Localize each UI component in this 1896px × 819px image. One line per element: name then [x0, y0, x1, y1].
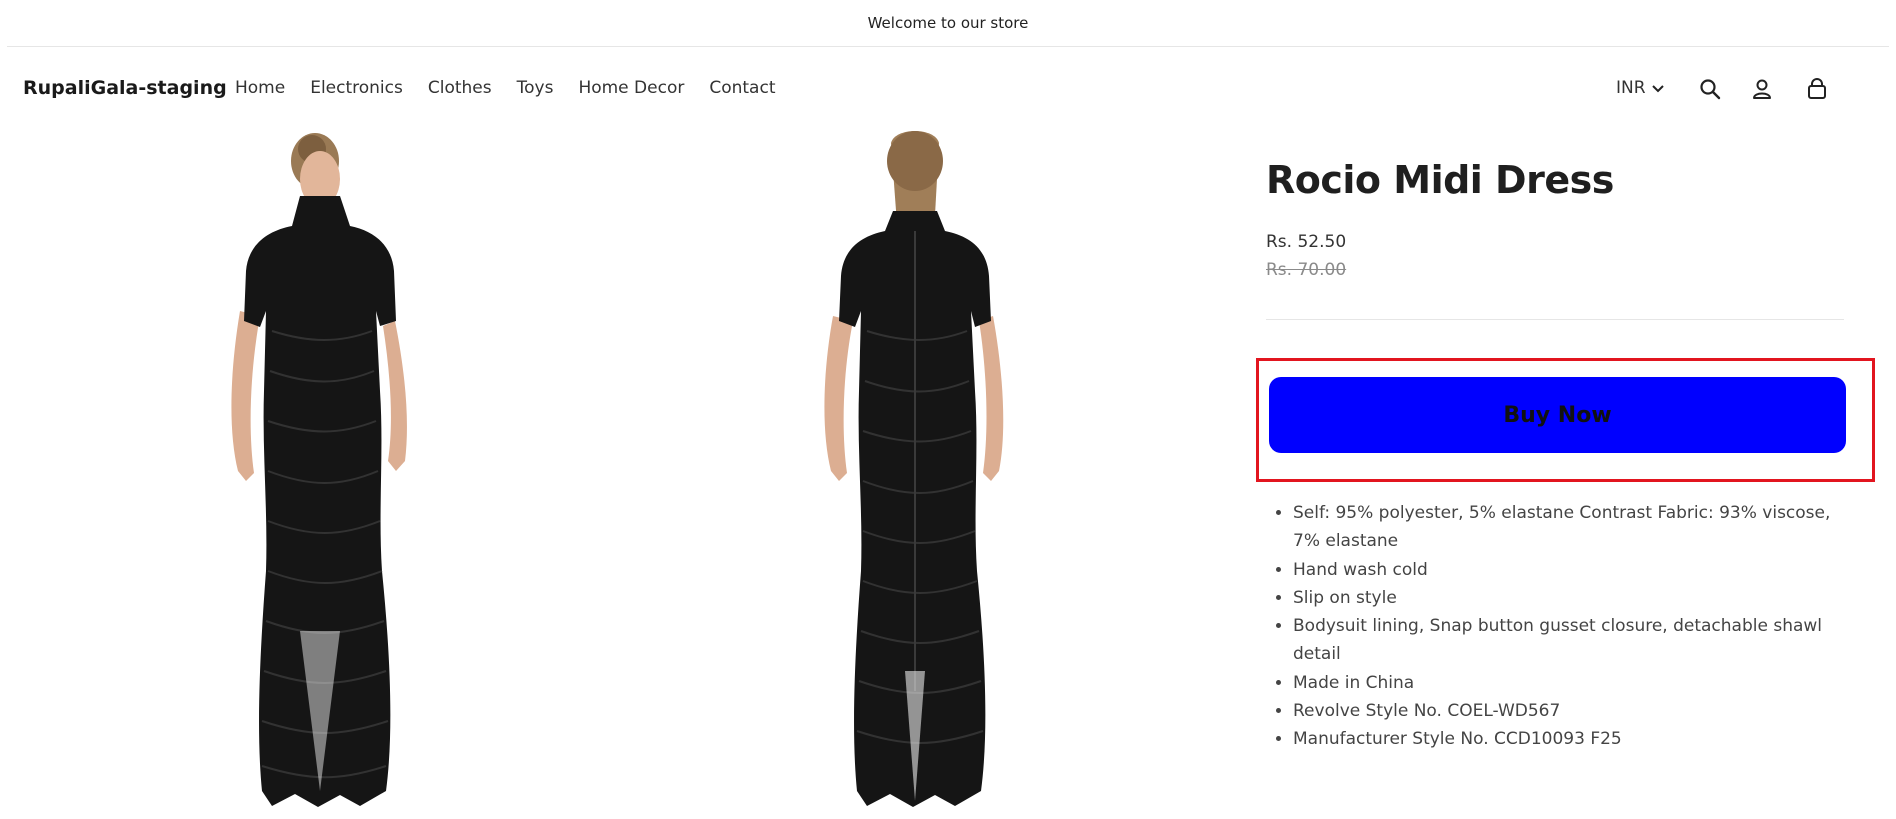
announcement-bar: Welcome to our store — [0, 0, 1896, 46]
nav-clothes[interactable]: Clothes — [428, 78, 492, 98]
list-item: Hand wash cold — [1293, 556, 1853, 584]
list-item: Revolve Style No. COEL-WD567 — [1293, 697, 1853, 725]
cart-icon[interactable] — [1803, 75, 1831, 103]
detail-text: Bodysuit lining, Snap button gusset clos… — [1293, 616, 1823, 665]
currency-selector[interactable]: INR — [1616, 78, 1664, 98]
list-item: Self: 95% polyester, 5% elastane Contras… — [1293, 499, 1853, 556]
product-details-list: Self: 95% polyester, 5% elastane Contras… — [1266, 499, 1853, 754]
detail-text: Hand wash cold — [1293, 559, 1428, 580]
list-item: Manufacturer Style No. CCD10093 F25 — [1293, 725, 1853, 753]
site-header: RupaliGala-staging Home Electronics Clot… — [0, 47, 1896, 131]
detail-text: Made in China — [1293, 672, 1415, 693]
nav-electronics[interactable]: Electronics — [310, 78, 403, 98]
nav-home-decor[interactable]: Home Decor — [578, 78, 684, 98]
store-logo[interactable]: RupaliGala-staging — [23, 77, 227, 99]
regular-price: Rs. 70.00 — [1266, 260, 1347, 280]
dress-front-image[interactable] — [200, 131, 440, 815]
account-icon[interactable] — [1748, 75, 1776, 103]
detail-text: Revolve Style No. COEL-WD567 — [1293, 701, 1561, 722]
sale-price: Rs. 52.50 — [1266, 232, 1347, 252]
nav-contact[interactable]: Contact — [709, 78, 775, 98]
nav-toys[interactable]: Toys — [517, 78, 554, 98]
chevron-down-icon — [1651, 78, 1664, 98]
nav-home[interactable]: Home — [235, 78, 285, 98]
announcement-text: Welcome to our store — [867, 14, 1029, 32]
list-item: Slip on style — [1293, 584, 1853, 612]
dress-back-image[interactable] — [795, 131, 1035, 815]
main-nav: Home Electronics Clothes Toys Home Decor… — [235, 78, 800, 98]
list-item: Bodysuit lining, Snap button gusset clos… — [1293, 612, 1853, 669]
header-actions: INR — [1596, 69, 1896, 109]
list-item: Made in China — [1293, 669, 1853, 697]
detail-text: Manufacturer Style No. CCD10093 F25 — [1293, 729, 1622, 750]
currency-label: INR — [1616, 78, 1646, 98]
buy-now-button[interactable]: Buy Now — [1269, 377, 1846, 453]
product-title: Rocio Midi Dress — [1266, 158, 1614, 202]
search-icon[interactable] — [1696, 75, 1724, 103]
price-divider — [1266, 319, 1844, 320]
detail-text: Slip on style — [1293, 587, 1397, 608]
detail-text: Self: 95% polyester, 5% elastane Contras… — [1293, 503, 1831, 552]
